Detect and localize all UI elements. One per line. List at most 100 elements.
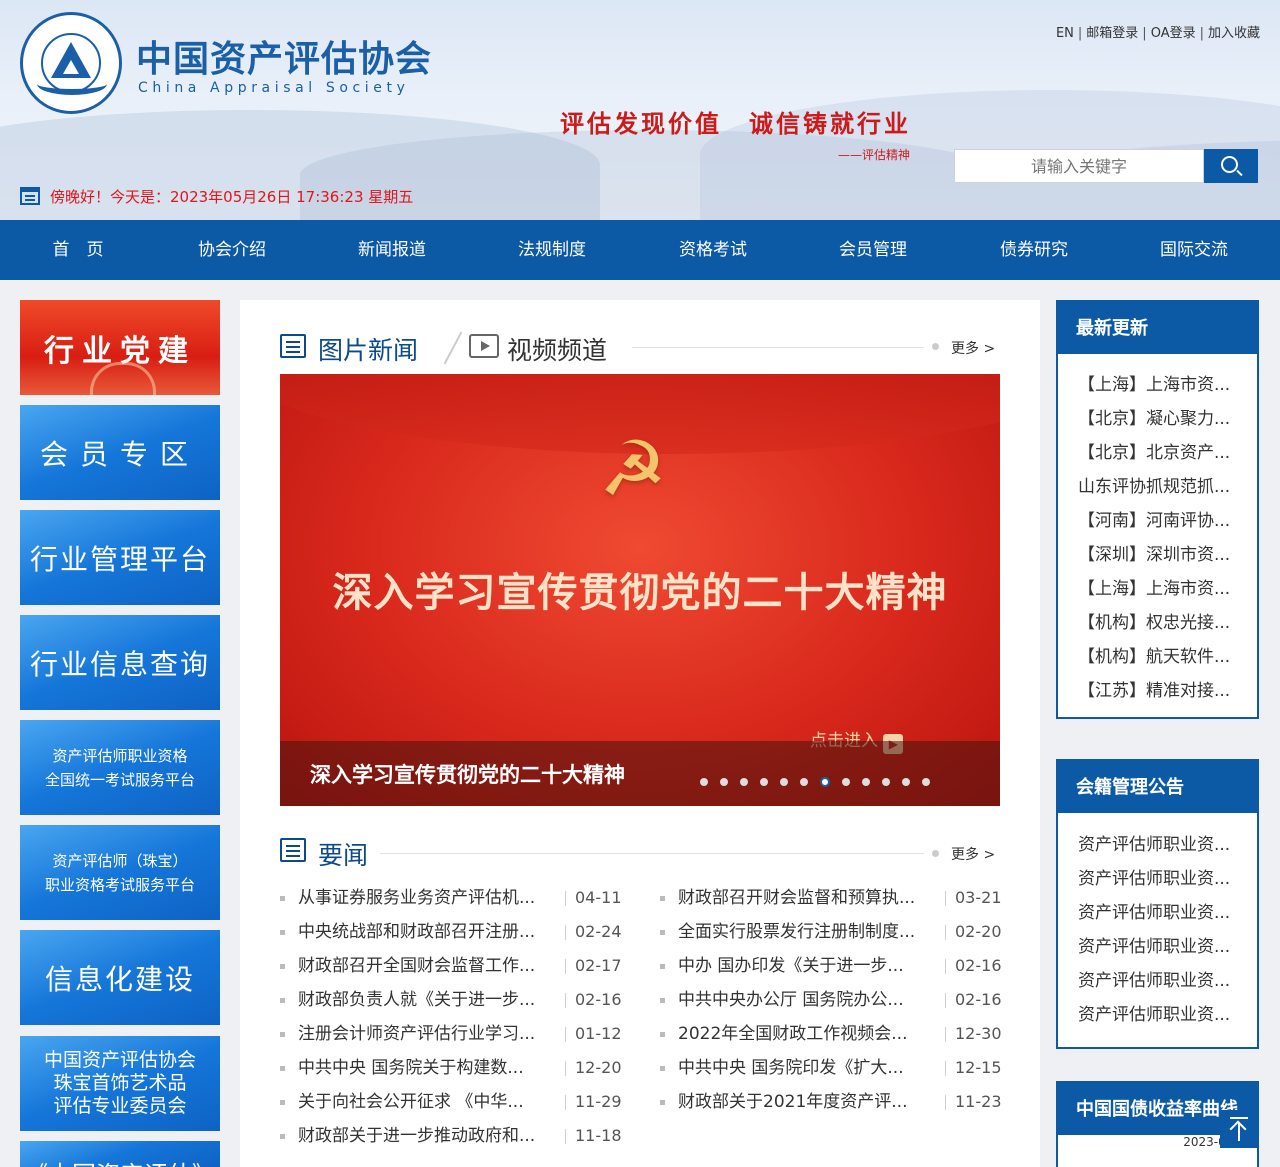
news-date: 11-29 bbox=[575, 1092, 622, 1111]
nav-news[interactable]: 新闻报道 bbox=[322, 220, 462, 280]
carousel-dot[interactable] bbox=[780, 777, 788, 786]
search-button[interactable] bbox=[1204, 149, 1258, 183]
carousel-dot[interactable] bbox=[922, 777, 930, 786]
membership-notice-item[interactable]: 资产评估师职业资... bbox=[1058, 964, 1257, 998]
latest-update-item[interactable]: 【机构】航天软件... bbox=[1058, 640, 1257, 674]
latest-update-item[interactable]: 【江苏】精准对接... bbox=[1058, 674, 1257, 708]
latest-update-item[interactable]: 【北京】凝心聚力... bbox=[1058, 402, 1257, 436]
back-to-top-button[interactable] bbox=[1220, 1110, 1258, 1148]
nav-about[interactable]: 协会介绍 bbox=[162, 220, 302, 280]
link-add-favorite[interactable]: 加入收藏 bbox=[1208, 26, 1260, 41]
latest-update-item[interactable]: 山东评协抓规范抓... bbox=[1058, 470, 1257, 504]
news-date: 02-24 bbox=[575, 922, 622, 941]
industry-management-button[interactable]: 行业管理平台 bbox=[20, 510, 220, 605]
carousel-dot[interactable] bbox=[720, 777, 728, 786]
news-title: 中共中央办公厅 国务院办公... bbox=[678, 990, 904, 1010]
link-oa-login[interactable]: OA登录 bbox=[1151, 26, 1196, 41]
news-date: 12-20 bbox=[575, 1058, 622, 1077]
nav-bond-research[interactable]: 债券研究 bbox=[964, 220, 1104, 280]
news-date: 11-23 bbox=[955, 1092, 1002, 1111]
cas-logo-icon[interactable] bbox=[20, 12, 122, 114]
nav-international[interactable]: 国际交流 bbox=[1124, 220, 1264, 280]
latest-update-item[interactable]: 【北京】北京资产... bbox=[1058, 436, 1257, 470]
news-list-item[interactable]: 财政部召开全国财会监督工作... 02-17 bbox=[280, 949, 625, 983]
carousel-dot[interactable] bbox=[760, 777, 768, 786]
news-date: 02-16 bbox=[955, 990, 1002, 1009]
news-list-item[interactable]: 财政部召开财会监督和预算执... 03-21 bbox=[660, 881, 1005, 915]
news-date: 01-12 bbox=[575, 1024, 622, 1043]
membership-notice-title: 会籍管理公告 bbox=[1058, 761, 1257, 813]
tab-photo-news[interactable]: 图片新闻 bbox=[318, 331, 418, 367]
banner-headline: 深入学习宣传贯彻党的二十大精神 bbox=[332, 570, 948, 616]
search-input[interactable] bbox=[954, 149, 1204, 183]
news-list-item[interactable]: 2022年全国财政工作视频会... 12-30 bbox=[660, 1017, 1005, 1051]
carousel-dots[interactable] bbox=[700, 771, 942, 787]
news-list-item[interactable]: 财政部负责人就《关于进一步... 02-16 bbox=[280, 983, 625, 1017]
membership-notice-item[interactable]: 资产评估师职业资... bbox=[1058, 930, 1257, 964]
nav-members[interactable]: 会员管理 bbox=[803, 220, 943, 280]
membership-notice-item[interactable]: 资产评估师职业资... bbox=[1058, 896, 1257, 930]
slogan: 评估发现价值 诚信铸就行业 bbox=[560, 109, 911, 138]
news-list-item[interactable]: 财政部关于进一步推动政府和... 11-18 bbox=[280, 1119, 625, 1153]
key-news-title: 要闻 bbox=[318, 841, 369, 870]
news-list-item[interactable]: 关于向社会公开征求 《中华... 11-29 bbox=[280, 1085, 625, 1119]
carousel-dot[interactable] bbox=[800, 777, 808, 786]
party-emblem-icon: ☭ bbox=[598, 424, 668, 513]
latest-update-item[interactable]: 【深圳】深圳市资... bbox=[1058, 538, 1257, 572]
tab-video-channel[interactable]: 视频频道 bbox=[507, 331, 607, 367]
news-title: 财政部关于进一步推动政府和... bbox=[298, 1126, 536, 1146]
carousel-dot[interactable] bbox=[740, 777, 748, 786]
date-line: 傍晚好！今天是：2023年05月26日 17:36:23 星期五 bbox=[20, 186, 413, 207]
latest-update-item[interactable]: 【河南】河南评协... bbox=[1058, 504, 1257, 538]
news-title: 财政部负责人就《关于进一步... bbox=[298, 990, 536, 1010]
carousel-dot[interactable] bbox=[862, 777, 870, 786]
news-list-item[interactable]: 中办 国办印发《关于进一步... 02-16 bbox=[660, 949, 1005, 983]
photo-news-more-link[interactable]: 更多 > bbox=[951, 338, 995, 358]
latest-update-item[interactable]: 【机构】权忠光接... bbox=[1058, 606, 1257, 640]
link-en[interactable]: EN bbox=[1056, 26, 1074, 41]
membership-notice-item[interactable]: 资产评估师职业资... bbox=[1058, 828, 1257, 862]
carousel-dot[interactable] bbox=[882, 777, 890, 786]
news-title: 中共中央 国务院关于构建数... bbox=[298, 1058, 524, 1078]
logo-chinese-name[interactable]: 中国资产评估协会 bbox=[136, 30, 432, 82]
nav-home[interactable]: 首 页 bbox=[8, 220, 148, 280]
news-list-item[interactable]: 中央统战部和财政部召开注册... 02-24 bbox=[280, 915, 625, 949]
informatization-button[interactable]: 信息化建设 bbox=[20, 930, 220, 1025]
latest-update-item[interactable]: 【上海】上海市资... bbox=[1058, 368, 1257, 402]
news-title: 财政部召开全国财会监督工作... bbox=[298, 956, 536, 976]
news-title: 2022年全国财政工作视频会... bbox=[678, 1024, 908, 1044]
photo-news-carousel[interactable]: ☭ 深入学习宣传贯彻党的二十大精神 点击进入 ▶ 深入学习宣传贯彻党的二十大精神 bbox=[280, 374, 1000, 806]
carousel-dot[interactable] bbox=[902, 777, 910, 786]
key-news-more-link[interactable]: 更多 > bbox=[951, 844, 995, 864]
news-list-item[interactable]: 中共中央办公厅 国务院办公... 02-16 bbox=[660, 983, 1005, 1017]
nav-exam[interactable]: 资格考试 bbox=[643, 220, 783, 280]
carousel-dot[interactable] bbox=[842, 777, 850, 786]
membership-notice-panel: 会籍管理公告 资产评估师职业资... 资产评估师职业资... 资产评估师职业资...… bbox=[1056, 759, 1259, 1049]
party-building-button[interactable]: 行业党建 bbox=[20, 300, 220, 395]
exam-service-button[interactable]: 资产评估师职业资格 全国统一考试服务平台 bbox=[20, 720, 220, 815]
carousel-dot[interactable] bbox=[820, 776, 830, 787]
latest-update-item[interactable]: 【上海】上海市资... bbox=[1058, 572, 1257, 606]
nav-regulations[interactable]: 法规制度 bbox=[482, 220, 622, 280]
jewelry-committee-button[interactable]: 中国资产评估协会 珠宝首饰艺术品 评估专业委员会 bbox=[20, 1036, 220, 1131]
news-list-item[interactable]: 中共中央 国务院关于构建数... 12-20 bbox=[280, 1051, 625, 1085]
membership-notice-item[interactable]: 资产评估师职业资... bbox=[1058, 862, 1257, 896]
date-text: 傍晚好！今天是：2023年05月26日 17:36:23 星期五 bbox=[50, 188, 414, 206]
link-mail-login[interactable]: 邮箱登录 bbox=[1086, 26, 1138, 41]
news-list-item[interactable]: 全面实行股票发行注册制制度... 02-20 bbox=[660, 915, 1005, 949]
news-date: 11-18 bbox=[575, 1126, 622, 1145]
jewelry-exam-button[interactable]: 资产评估师（珠宝） 职业资格考试服务平台 bbox=[20, 825, 220, 920]
news-list-item[interactable]: 财政部关于2021年度资产评... 11-23 bbox=[660, 1085, 1005, 1119]
news-title: 财政部关于2021年度资产评... bbox=[678, 1092, 908, 1112]
member-zone-button[interactable]: 会员专区 bbox=[20, 405, 220, 500]
journal-button[interactable]: 《中国资产评估》 bbox=[20, 1141, 220, 1167]
news-title: 中央统战部和财政部召开注册... bbox=[298, 922, 536, 942]
membership-notice-item[interactable]: 资产评估师职业资... bbox=[1058, 998, 1257, 1032]
news-list-item[interactable]: 从事证券服务业务资产评估机... 04-11 bbox=[280, 881, 625, 915]
industry-info-query-button[interactable]: 行业信息查询 bbox=[20, 615, 220, 710]
carousel-dot[interactable] bbox=[700, 777, 708, 786]
news-list-item[interactable]: 中共中央 国务院印发《扩大... 12-15 bbox=[660, 1051, 1005, 1085]
news-date: 03-21 bbox=[955, 888, 1002, 907]
logo-english-name: China Appraisal Society bbox=[138, 80, 410, 96]
news-list-item[interactable]: 注册会计师资产评估行业学习... 01-12 bbox=[280, 1017, 625, 1051]
